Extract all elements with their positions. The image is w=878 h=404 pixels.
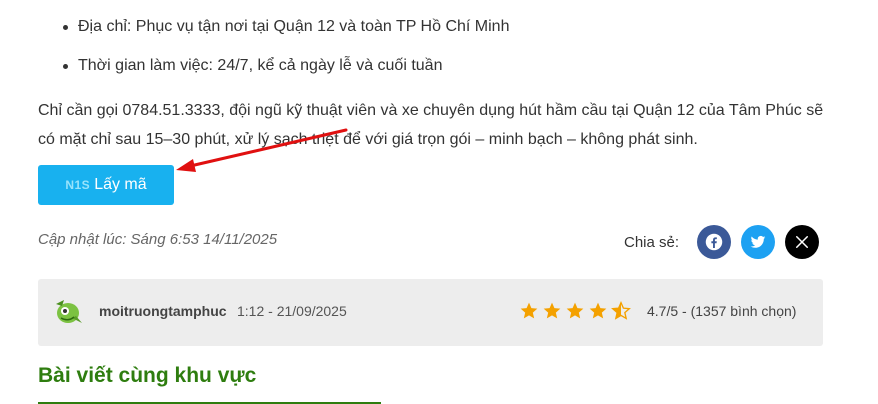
bullet-text: Thời gian làm việc: 24/7, kể cả ngày lễ … xyxy=(78,57,443,74)
share-label: Chia sẻ: xyxy=(624,233,680,251)
mascot-avatar-icon xyxy=(56,300,82,323)
share-facebook-button[interactable] xyxy=(697,225,732,259)
get-code-button[interactable]: N1S Lấy mã xyxy=(38,165,174,205)
star-full-icon[interactable] xyxy=(519,301,539,321)
star-half-icon[interactable] xyxy=(611,301,631,321)
promo-code: N1S xyxy=(65,178,91,192)
bullet-text: Địa chỉ: Phục vụ tận nơi tại Quận 12 và … xyxy=(78,18,510,35)
updated-timestamp: Cập nhật lúc: Sáng 6:53 14/11/2025 xyxy=(38,231,278,248)
x-icon xyxy=(796,235,809,249)
bullet-dot xyxy=(63,25,68,30)
section-title: Bài viết cùng khu vực xyxy=(38,364,257,387)
star-full-icon[interactable] xyxy=(542,301,562,321)
post-time: 1:12 - 21/09/2025 xyxy=(237,303,347,319)
facebook-icon xyxy=(705,233,723,251)
author-name[interactable]: moitruongtamphuc xyxy=(99,303,227,319)
star-full-icon[interactable] xyxy=(588,301,608,321)
twitter-icon xyxy=(750,235,766,248)
rating-text: 4.7/5 - (1357 bình chọn) xyxy=(647,303,797,319)
share-twitter-button[interactable] xyxy=(741,225,776,259)
list-item: Địa chỉ: Phục vụ tận nơi tại Quận 12 và … xyxy=(38,14,838,53)
star-rating[interactable] xyxy=(519,301,631,321)
bullet-dot xyxy=(63,64,68,69)
list-item: Thời gian làm việc: 24/7, kể cả ngày lễ … xyxy=(38,53,838,92)
star-full-icon[interactable] xyxy=(565,301,585,321)
get-code-label: Lấy mã xyxy=(94,176,147,193)
contact-paragraph: Chỉ cần gọi 0784.51.3333, đội ngũ kỹ thu… xyxy=(38,102,824,148)
author-box: moitruongtamphuc 1:12 - 21/09/2025 4.7/5… xyxy=(38,279,823,346)
info-bullet-list: Địa chỉ: Phục vụ tận nơi tại Quận 12 và … xyxy=(38,14,838,92)
share-bar: Chia sẻ: xyxy=(624,225,820,259)
share-x-button[interactable] xyxy=(785,225,820,259)
